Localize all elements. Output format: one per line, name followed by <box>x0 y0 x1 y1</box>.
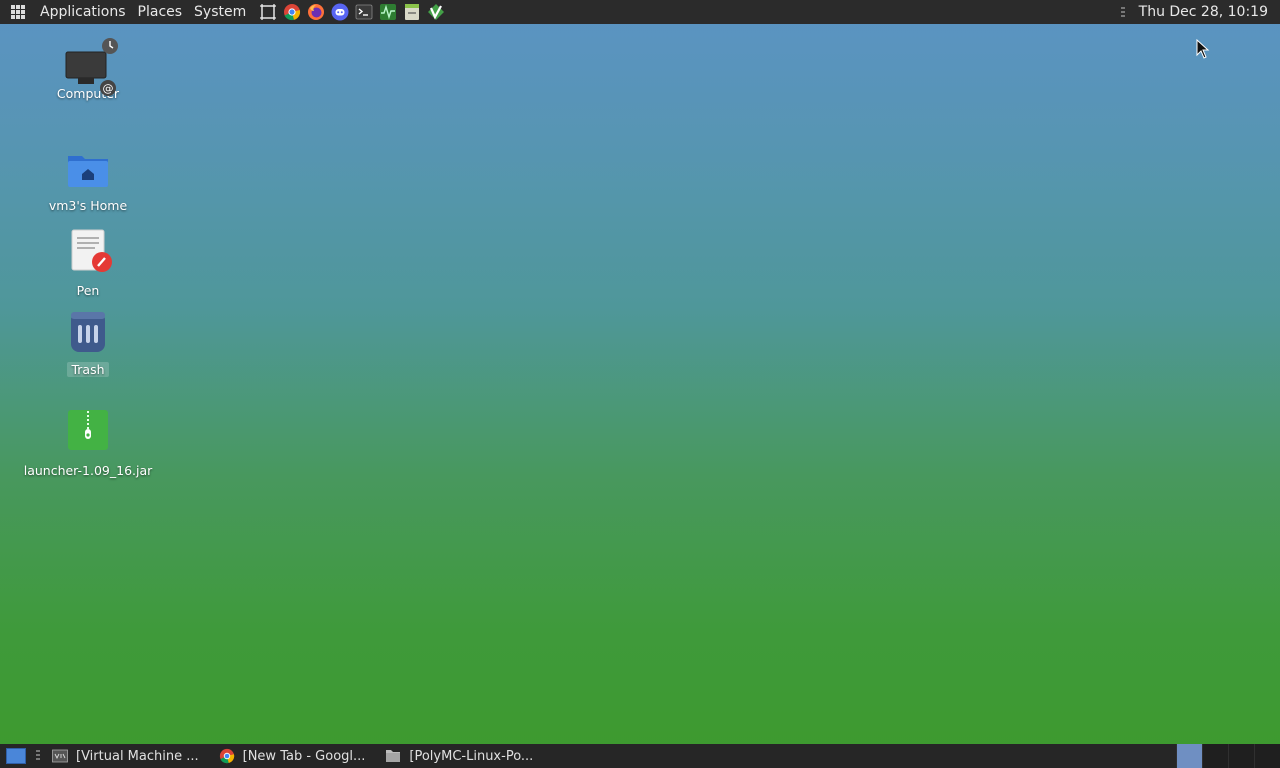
workspace-4[interactable] <box>1254 744 1280 768</box>
trash-icon <box>64 310 112 354</box>
taskbar-item-polymc-folder[interactable]: [PolyMC-Linux-Po... <box>383 744 541 768</box>
desktop-icon-home[interactable]: vm3's Home <box>18 152 158 213</box>
pen-document-icon <box>64 229 112 273</box>
text-editor-icon[interactable] <box>402 2 422 22</box>
menu-system[interactable]: System <box>188 0 252 24</box>
desktop-icon-jar[interactable]: launcher-1.09_16.jar <box>18 409 158 478</box>
firefox-icon[interactable] <box>306 2 326 22</box>
workspace-switcher <box>1176 744 1280 768</box>
chrome-icon <box>219 748 235 764</box>
terminal-icon[interactable] <box>354 2 374 22</box>
taskbar-item-label: [Virtual Machine ... <box>76 748 199 764</box>
desktop-icon-trash[interactable]: Trash <box>18 310 158 377</box>
clock[interactable]: Thu Dec 28, 10:19 <box>1139 4 1280 20</box>
discord-icon[interactable] <box>330 2 350 22</box>
desktop-icon-label: Trash <box>18 362 158 377</box>
taskbar-item-label: [PolyMC-Linux-Po... <box>409 748 534 764</box>
top-panel-right: Thu Dec 28, 10:19 <box>1120 0 1280 24</box>
vim-icon[interactable] <box>426 2 446 22</box>
vmware-icon <box>52 748 68 764</box>
workspace-1[interactable] <box>1176 744 1202 768</box>
bottom-panel: [Virtual Machine ... [New Tab - Googl...… <box>0 744 1280 768</box>
panel-drag-handle[interactable] <box>36 750 40 762</box>
svg-text:@: @ <box>103 82 114 95</box>
jar-archive-icon <box>64 409 112 451</box>
workspace-3[interactable] <box>1228 744 1254 768</box>
system-monitor-icon[interactable] <box>378 2 398 22</box>
workspace-2[interactable] <box>1202 744 1228 768</box>
desktop-icon-computer[interactable]: @ Computer <box>18 36 158 101</box>
chrome-icon[interactable] <box>282 2 302 22</box>
taskbar-item-label: [New Tab - Googl... <box>242 748 366 764</box>
taskbar-item-virtual-machine[interactable]: [Virtual Machine ... <box>50 744 207 768</box>
desktop-icon-pen[interactable]: Pen <box>18 229 158 298</box>
menu-applications[interactable]: Applications <box>34 0 132 24</box>
mouse-cursor-icon <box>1196 39 1210 59</box>
trash-label-text: Trash <box>67 362 109 377</box>
taskbar-item-chrome[interactable]: [New Tab - Googl... <box>217 744 374 768</box>
desktop-icon-label: vm3's Home <box>48 198 128 213</box>
home-folder-icon <box>64 152 112 188</box>
panel-drag-handle[interactable] <box>1120 7 1125 17</box>
folder-icon <box>385 748 401 764</box>
launcher-bar <box>258 2 446 22</box>
computer-icon: @ <box>64 36 118 96</box>
top-panel: Applications Places System Thu Dec 28, 1 <box>0 0 1280 24</box>
applications-grid-icon[interactable] <box>11 5 25 19</box>
desktop-icon-label: Pen <box>76 283 100 298</box>
desktop-icon-label: launcher-1.09_16.jar <box>23 463 153 478</box>
menu-places[interactable]: Places <box>132 0 189 24</box>
show-desktop-button[interactable] <box>6 748 26 764</box>
screenshot-icon[interactable] <box>258 2 278 22</box>
